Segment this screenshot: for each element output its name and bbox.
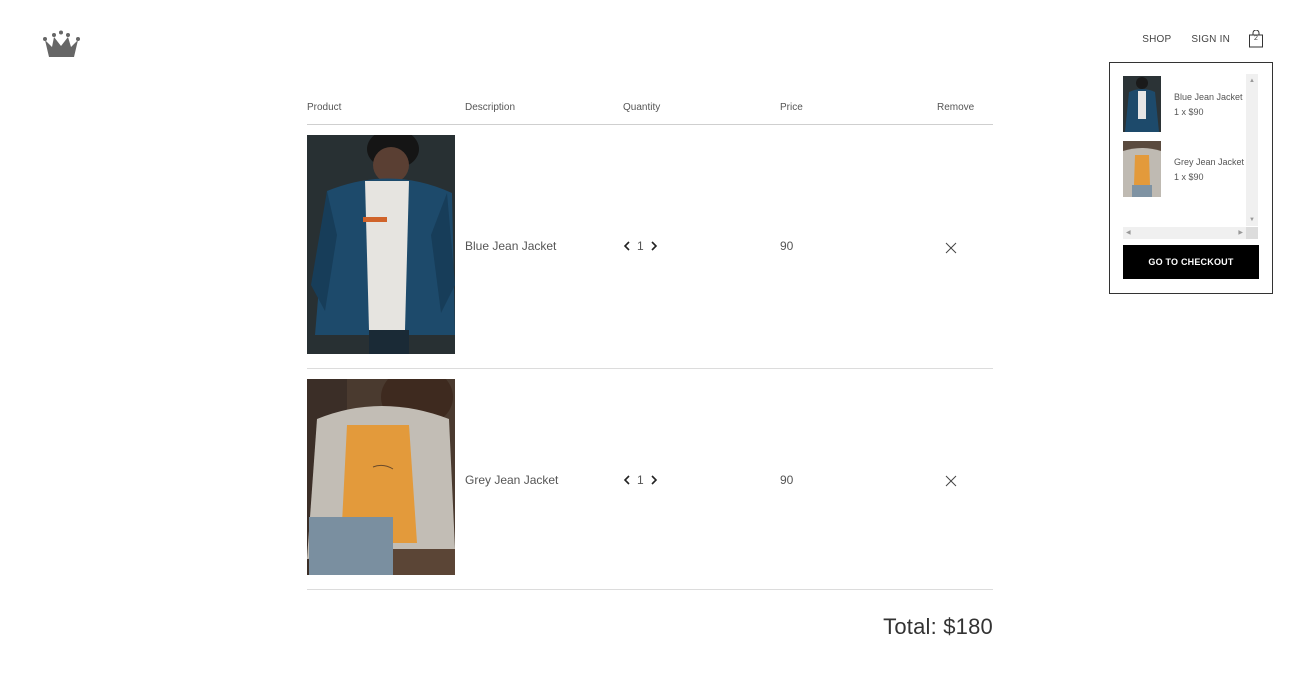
mini-cart-thumbnail-grey-jacket (1123, 141, 1161, 197)
mini-cart-thumbnail-blue-jacket (1123, 76, 1161, 132)
product-description: Blue Jean Jacket (465, 239, 557, 253)
header-divider (307, 124, 993, 125)
remove-item-close-icon[interactable] (945, 475, 957, 487)
mini-cart-item-name: Grey Jean Jacket (1174, 157, 1245, 167)
cart-total: Total: $180 (883, 614, 993, 639)
product-price: 90 (780, 473, 794, 487)
increase-quantity-chevron-right-icon[interactable] (650, 241, 658, 251)
scrollbar-corner (1246, 227, 1258, 239)
product-description: Grey Jean Jacket (465, 473, 559, 487)
product-price: 90 (780, 239, 794, 253)
product-image-grey-jean-jacket[interactable] (307, 379, 455, 575)
row-divider (307, 368, 993, 369)
bag-count: 2 (1254, 35, 1258, 42)
quantity-value: 1 (637, 473, 644, 487)
remove-item-close-icon[interactable] (945, 242, 957, 254)
scroll-left-arrow-icon[interactable]: ◀ (1126, 230, 1131, 236)
mini-cart-item[interactable]: Grey Jean Jacket 1 x $90 (1123, 141, 1244, 197)
decrease-quantity-chevron-left-icon[interactable] (623, 475, 631, 485)
mini-cart-list: Blue Jean Jacket 1 x $90 Grey Jean Jacke… (1123, 76, 1258, 241)
go-to-checkout-button[interactable]: GO TO CHECKOUT (1123, 245, 1259, 279)
column-header-product: Product (307, 102, 342, 113)
scroll-up-arrow-icon[interactable]: ▲ (1249, 78, 1255, 84)
shopping-bag-icon[interactable]: 2 (1248, 29, 1264, 48)
quantity-stepper: 1 (623, 473, 658, 487)
nav-sign-in-link[interactable]: SIGN IN (1191, 34, 1230, 45)
increase-quantity-chevron-right-icon[interactable] (650, 475, 658, 485)
scroll-down-arrow-icon[interactable]: ▼ (1249, 217, 1255, 223)
mini-cart-item[interactable]: Blue Jean Jacket 1 x $90 (1123, 76, 1243, 132)
quantity-stepper: 1 (623, 239, 658, 253)
column-header-remove: Remove (937, 102, 975, 113)
decrease-quantity-chevron-left-icon[interactable] (623, 241, 631, 251)
scroll-right-arrow-icon[interactable]: ▶ (1238, 230, 1243, 236)
cart-page: SHOP SIGN IN 2 Blue Jean Jacket 1 x $90 … (0, 0, 1300, 700)
column-header-quantity: Quantity (623, 102, 661, 113)
column-header-price: Price (780, 102, 803, 113)
mini-cart-item-name: Blue Jean Jacket (1174, 92, 1243, 102)
mini-cart-item-qty-price: 1 x $90 (1174, 172, 1204, 182)
top-nav: SHOP SIGN IN 2 (1122, 29, 1264, 48)
row-divider (307, 589, 993, 590)
column-header-description: Description (465, 102, 516, 113)
quantity-value: 1 (637, 239, 644, 253)
mini-cart-item-qty-price: 1 x $90 (1174, 107, 1204, 117)
mini-cart-vertical-scrollbar[interactable]: ▲ ▼ (1246, 74, 1258, 226)
product-image-blue-jean-jacket[interactable] (307, 135, 455, 354)
nav-shop-link[interactable]: SHOP (1142, 34, 1171, 45)
crown-logo-icon[interactable] (43, 30, 80, 58)
mini-cart-horizontal-scrollbar[interactable]: ◀ ▶ (1123, 227, 1246, 239)
